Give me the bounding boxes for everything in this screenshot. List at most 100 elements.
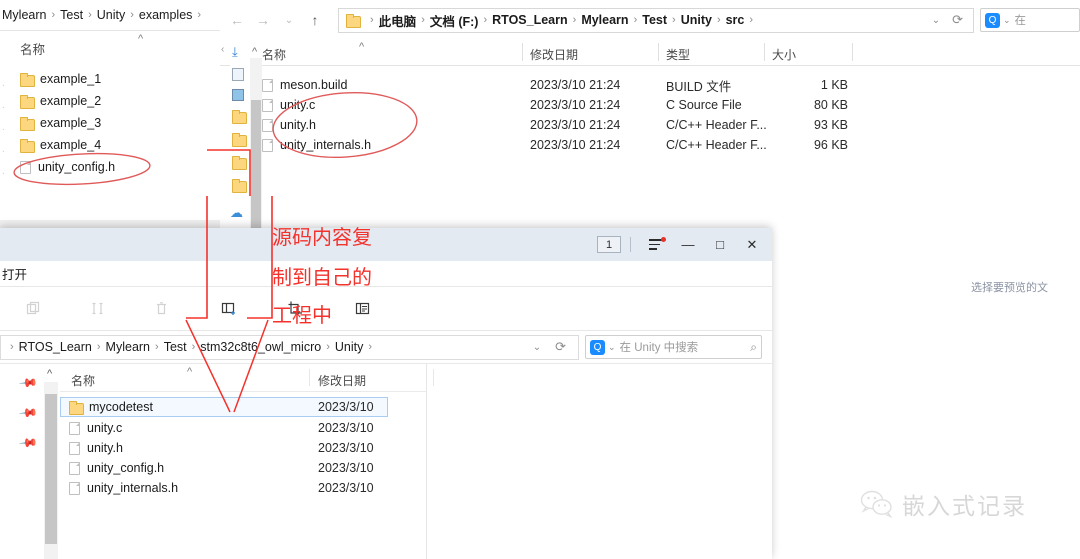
chevron-down-icon[interactable]: ⌄ — [608, 342, 616, 353]
background-breadcrumb-field[interactable]: › 此电脑 › 文档 (F:) › RTOS_Learn › Mylearn ›… — [338, 7, 974, 33]
column-header-name[interactable]: 名称 — [262, 46, 286, 63]
breadcrumb-item-1[interactable]: 文档 (F:) — [430, 11, 479, 30]
table-row[interactable]: unity_internals.h 2023/3/10 — [60, 478, 426, 498]
file-icon — [262, 78, 273, 92]
front-body: 📌 📌 📌 ^ 名称 ^ 修改日期 mycodetest 2023/3/10 u… — [0, 364, 772, 559]
breadcrumb-item-2[interactable]: RTOS_Learn — [492, 13, 568, 27]
front-breadcrumb-field[interactable]: › RTOS_Learn › Mylearn › Test › stm32c8t… — [0, 334, 579, 360]
pictures-icon[interactable] — [232, 89, 244, 101]
column-header-modified[interactable]: 修改日期 — [318, 372, 366, 389]
table-row[interactable]: unity.h 2023/3/10 21:24 C/C++ Header F..… — [220, 115, 1080, 135]
recent-locations-button[interactable]: ⌄ — [276, 15, 302, 26]
pin-icon[interactable]: 📌 — [18, 433, 38, 453]
onedrive-icon[interactable]: ☁ — [230, 205, 252, 221]
breadcrumb-item-3[interactable]: stm32c8t6_owl_micro — [200, 340, 321, 354]
pin-icon[interactable]: 📌 — [18, 373, 38, 393]
new-folder-icon — [221, 302, 235, 315]
tab-count-badge[interactable]: 1 — [597, 236, 621, 253]
navigation-scrollbar[interactable] — [44, 382, 58, 559]
up-button[interactable]: ↑ — [302, 12, 328, 28]
list-item[interactable]: example_4 — [20, 134, 115, 156]
file-icon — [69, 441, 80, 455]
watermark-text: 嵌入式记录 — [902, 494, 1027, 520]
column-header-name[interactable]: 名称 — [20, 39, 45, 58]
list-item-label: example_2 — [40, 94, 102, 108]
collapse-icon[interactable]: ‹ — [221, 44, 224, 55]
foreground-explorer-window: 1 — □ ✕ 打开 › RTOS_Learn › Mylearn › Test… — [0, 228, 772, 559]
sort-caret-icon: ^ — [138, 33, 144, 45]
close-button[interactable]: ✕ — [736, 232, 768, 258]
copy-button[interactable] — [10, 287, 56, 331]
table-row[interactable]: unity.h 2023/3/10 — [60, 438, 426, 458]
address-dropdown-icon[interactable]: ⌄ — [533, 342, 541, 353]
breadcrumb-item-0[interactable]: Mylearn — [2, 8, 46, 22]
table-row[interactable]: unity.c 2023/3/10 — [60, 418, 426, 438]
background-column-headers: ‹ 名称 ^ 修改日期 类型 大小 — [220, 40, 1080, 66]
download-icon[interactable]: ⤓ — [232, 44, 252, 60]
minimize-button[interactable]: — — [672, 232, 704, 258]
table-row[interactable]: unity_internals.h 2023/3/10 21:24 C/C++ … — [220, 135, 1080, 155]
folder-icon[interactable] — [232, 179, 247, 193]
breadcrumb-item-5[interactable]: Unity — [681, 13, 712, 27]
search-input[interactable]: 在 — [1015, 12, 1075, 28]
forward-button[interactable]: → — [250, 12, 276, 28]
copy-icon — [26, 301, 39, 315]
breadcrumb-item-1[interactable]: Test — [60, 8, 83, 22]
front-search-box[interactable]: Q ⌄ 在 Unity 中搜索 ⌕ — [585, 335, 762, 359]
background-breadcrumb[interactable]: Mylearn › Test › Unity › examples › — [0, 0, 220, 30]
file-icon — [262, 138, 273, 152]
hamburger-menu-button[interactable] — [640, 232, 672, 258]
table-row[interactable]: unity_config.h 2023/3/10 — [60, 458, 426, 478]
new-folder-button[interactable] — [206, 287, 252, 331]
list-item[interactable]: example_3 — [20, 112, 115, 134]
table-row[interactable]: mycodetest 2023/3/10 — [60, 397, 388, 417]
file-modified: 2023/3/10 — [318, 421, 374, 435]
front-title-bar: 1 — □ ✕ — [0, 228, 772, 261]
breadcrumb-item-2[interactable]: Test — [164, 340, 187, 354]
table-row[interactable]: unity.c 2023/3/10 21:24 C Source File 80… — [220, 95, 1080, 115]
breadcrumb-item-0[interactable]: 此电脑 — [379, 11, 417, 30]
breadcrumb-item-4[interactable]: Unity — [335, 340, 363, 354]
breadcrumb-item-3[interactable]: examples — [139, 8, 193, 22]
column-header-modified[interactable]: 修改日期 — [530, 46, 578, 63]
scroll-up-icon[interactable]: ^ — [47, 368, 52, 380]
list-item[interactable]: example_2 — [20, 90, 115, 112]
refresh-icon[interactable]: ⟳ — [952, 12, 963, 28]
refresh-icon[interactable]: ⟳ — [555, 339, 566, 355]
search-input[interactable]: 在 Unity 中搜索 — [620, 339, 751, 355]
column-header-name[interactable]: 名称 — [71, 372, 95, 389]
maximize-button[interactable]: □ — [704, 232, 736, 258]
folder-icon[interactable] — [232, 133, 247, 147]
file-size: 80 KB — [813, 98, 848, 112]
rename-button[interactable] — [74, 287, 120, 331]
properties-button[interactable] — [340, 287, 386, 331]
column-header-type[interactable]: 类型 — [666, 46, 690, 63]
back-button[interactable]: ← — [224, 12, 250, 28]
background-address-bar: ← → ⌄ ↑ › 此电脑 › 文档 (F:) › RTOS_Learn › M… — [220, 0, 1080, 40]
breadcrumb-item-0[interactable]: RTOS_Learn — [19, 340, 92, 354]
folder-icon — [346, 13, 361, 28]
column-header-size[interactable]: 大小 — [772, 46, 796, 63]
scroll-up-icon[interactable]: ^ — [252, 46, 257, 58]
navigation-pane-scrollbar[interactable] — [250, 58, 262, 232]
breadcrumb-item-2[interactable]: Unity — [97, 8, 125, 22]
list-item[interactable]: example_1 — [20, 68, 115, 90]
scrollbar-thumb[interactable] — [45, 394, 57, 544]
background-search-box[interactable]: Q ⌄ 在 — [980, 8, 1080, 32]
address-dropdown-icon[interactable]: ⌄ — [932, 15, 940, 26]
search-icon[interactable]: ⌕ — [750, 340, 757, 355]
documents-icon[interactable] — [232, 68, 244, 81]
scrollbar-thumb[interactable] — [251, 100, 261, 230]
ribbon-open-item[interactable]: 打开 — [0, 264, 33, 283]
breadcrumb-item-3[interactable]: Mylearn — [581, 13, 628, 27]
folder-icon[interactable] — [232, 110, 247, 124]
chevron-down-icon[interactable]: ⌄ — [1003, 15, 1011, 26]
table-row[interactable]: meson.build 2023/3/10 21:24 BUILD 文件 1 K… — [220, 75, 1080, 95]
breadcrumb-item-6[interactable]: src — [726, 13, 745, 27]
delete-button[interactable] — [138, 287, 184, 331]
folder-icon[interactable] — [232, 156, 247, 170]
breadcrumb-item-1[interactable]: Mylearn — [106, 340, 150, 354]
pin-icon[interactable]: 📌 — [18, 403, 38, 423]
list-item[interactable]: unity_config.h — [20, 156, 115, 178]
breadcrumb-item-4[interactable]: Test — [642, 13, 667, 27]
